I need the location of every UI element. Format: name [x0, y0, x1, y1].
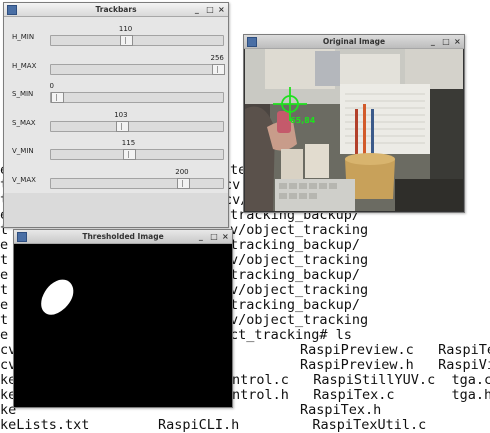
window-app-icon	[17, 232, 27, 242]
terminal-line: v/object_tracking	[230, 252, 369, 268]
trackbars-title: Trackbars	[95, 5, 137, 14]
camera-frame: 65,84	[245, 49, 463, 211]
slider-track-v-max[interactable]	[50, 177, 224, 189]
window-controls: _ □ ×	[430, 35, 461, 48]
slider-track-s-max[interactable]	[50, 120, 224, 132]
terminal-line: tracking_backup/	[230, 237, 361, 253]
terminal-line: ct_tracking# ls	[230, 327, 352, 343]
slider-label-v-min: V_MIN	[12, 147, 34, 155]
maximize-button[interactable]: □	[206, 3, 214, 16]
terminal-line: v/object_tracking	[230, 312, 369, 328]
threshold-blob-image	[15, 244, 231, 406]
close-button[interactable]: ×	[222, 230, 229, 243]
terminal-line: RaspiPreview.c RaspiTex	[300, 342, 490, 358]
trackbars-titlebar[interactable]: Trackbars _ □ ×	[4, 3, 228, 17]
trackbars-empty-area	[4, 193, 228, 227]
close-button[interactable]: ×	[454, 35, 461, 48]
maximize-button[interactable]: □	[442, 35, 450, 48]
maximize-button[interactable]: □	[210, 230, 218, 243]
slider-handle[interactable]	[51, 92, 64, 103]
slider-value-v-max: 200	[175, 167, 189, 176]
terminal-line: v/object_tracking	[230, 222, 369, 238]
slider-handle[interactable]	[176, 177, 190, 189]
terminal-line: tracking_backup/	[230, 297, 361, 313]
window-app-icon	[7, 5, 17, 15]
slider-value-h-min: 110	[118, 25, 133, 33]
thresholded-image-window[interactable]: Thresholded Image _ □ ×	[13, 229, 233, 408]
camera-frame-image: 65,84	[245, 49, 463, 211]
slider-label-s-min: S_MIN	[12, 90, 34, 98]
terminal-line-prefix: t	[0, 312, 9, 328]
window-controls: _ □ ×	[198, 230, 229, 243]
slider-label-h-max: H_MAX	[12, 61, 37, 70]
thresholded-titlebar[interactable]: Thresholded Image _ □ ×	[14, 230, 232, 244]
slider-track-v-min[interactable]	[50, 149, 224, 160]
original-image-window[interactable]: Original Image _ □ × 65,84	[243, 34, 465, 213]
slider-track-h-min[interactable]	[50, 35, 224, 46]
slider-value-s-max: 103	[114, 110, 128, 119]
minimize-button[interactable]: _	[194, 3, 201, 16]
terminal-line: ntrol.h RaspiTex.c tga.h	[232, 387, 490, 403]
terminal-line-prefix: e	[0, 267, 9, 283]
slider-handle[interactable]	[115, 120, 129, 132]
slider-track-s-min[interactable]	[50, 92, 224, 103]
terminal-line: v/object_tracking	[230, 282, 369, 298]
terminal-line: ntrol.c RaspiStillYUV.c tga.c	[232, 372, 490, 388]
terminal-line-prefix: e	[0, 297, 9, 313]
terminal-line: RaspiTex.h	[300, 402, 382, 418]
terminal-line-prefix: t	[0, 252, 9, 268]
slider-handle[interactable]	[212, 63, 225, 75]
thresholded-title: Thresholded Image	[82, 232, 164, 241]
slider-handle[interactable]	[123, 149, 137, 160]
window-app-icon	[247, 37, 257, 47]
terminal-line-prefix: keLists.txt	[0, 417, 90, 433]
slider-value-h-max: 256	[210, 53, 224, 62]
terminal-line-prefix: e	[0, 237, 9, 253]
terminal-line: tracking_backup/	[230, 267, 361, 283]
minimize-button[interactable]: _	[430, 35, 437, 48]
slider-track-h-max[interactable]	[50, 63, 225, 75]
slider-value-v-min: 115	[121, 139, 136, 147]
target-coordinates: 65,84	[290, 116, 316, 125]
original-title: Original Image	[322, 37, 386, 46]
minimize-button[interactable]: _	[198, 230, 205, 243]
threshold-mask	[15, 244, 231, 406]
original-titlebar[interactable]: Original Image _ □ ×	[244, 35, 464, 49]
slider-value-s-min: 0	[49, 82, 54, 90]
window-controls: _ □ ×	[194, 3, 225, 16]
terminal-line-prefix: t	[0, 282, 9, 298]
slider-handle[interactable]	[120, 35, 134, 46]
trackbars-window[interactable]: Trackbars _ □ × H_MIN 110 H_MAX 256 S_MIN 0 S_…	[3, 2, 229, 228]
slider-label-h-min: H_MIN	[12, 33, 35, 41]
terminal-line: RaspiCLI.h RaspiTexUtil.c	[158, 417, 427, 433]
terminal-line-prefix: e	[0, 327, 9, 343]
terminal-line: RaspiPreview.h RaspiVid	[300, 357, 490, 373]
slider-label-s-max: S_MAX	[12, 118, 36, 127]
slider-label-v-max: V_MAX	[12, 175, 36, 184]
close-button[interactable]: ×	[218, 3, 225, 16]
